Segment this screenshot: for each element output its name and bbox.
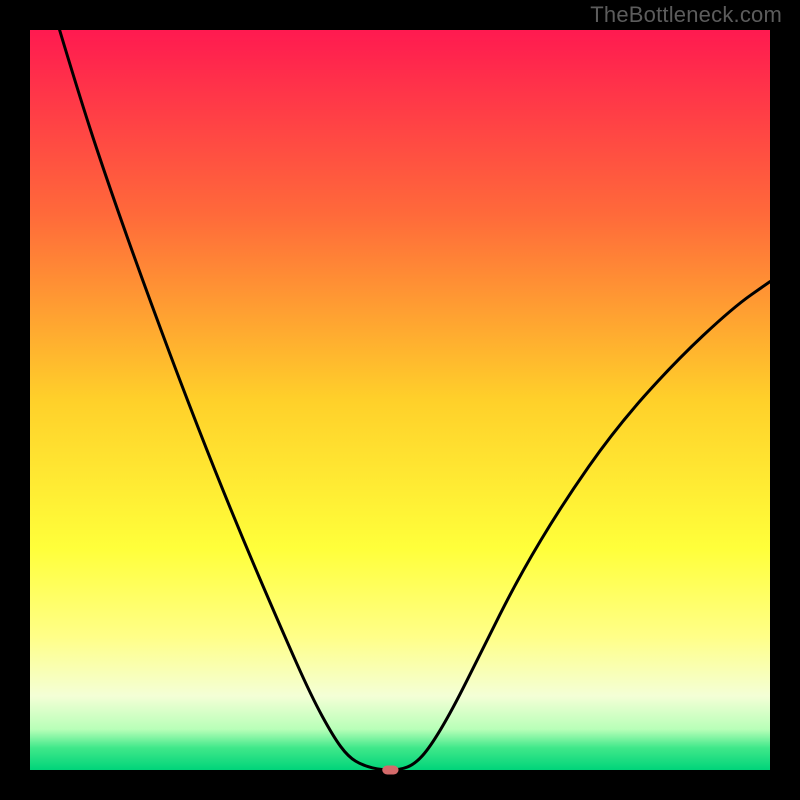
chart-frame: TheBottleneck.com xyxy=(0,0,800,800)
watermark-text: TheBottleneck.com xyxy=(590,2,782,28)
optimum-marker xyxy=(382,766,398,775)
plot-background xyxy=(30,30,770,770)
bottleneck-chart xyxy=(0,0,800,800)
